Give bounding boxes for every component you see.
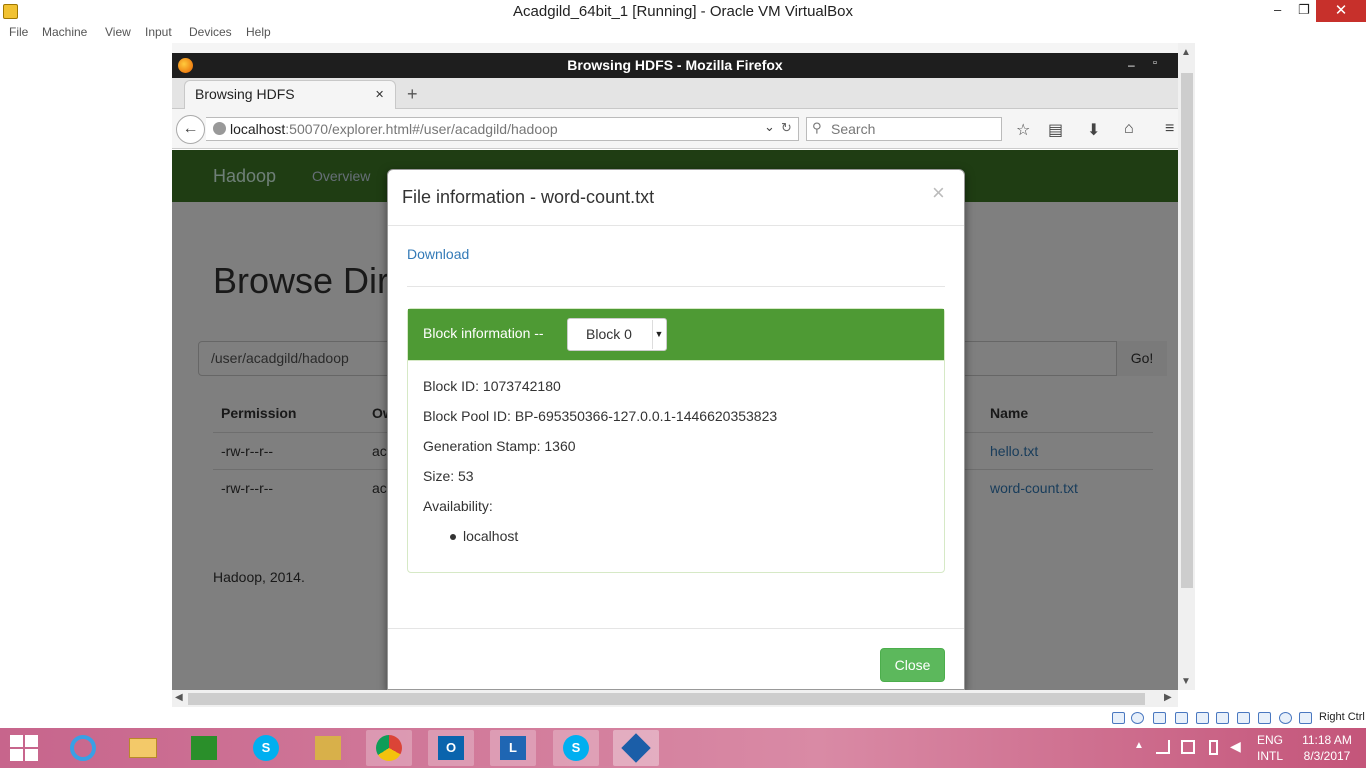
horizontal-scroll-thumb[interactable] (188, 693, 1145, 705)
url-host: localhost (230, 121, 286, 137)
back-button[interactable]: ← (176, 115, 205, 144)
menu-hamburger-icon[interactable]: ≡ (1165, 120, 1174, 138)
firefox-window-title: Browsing HDFS - Mozilla Firefox (172, 53, 1178, 78)
display-icon[interactable] (1237, 712, 1250, 724)
file-explorer-icon[interactable] (120, 730, 166, 766)
network-icon[interactable] (1175, 712, 1188, 724)
recording-icon[interactable] (1258, 712, 1271, 724)
menu-help[interactable]: Help (246, 25, 271, 39)
skype-running-icon[interactable]: S (553, 730, 599, 766)
block-id: Block ID: 1073742180 (423, 378, 561, 394)
availability-host: localhost (463, 528, 519, 544)
firefox-minimize-icon[interactable]: – (1128, 58, 1135, 72)
url-text[interactable]: localhost:50070/explorer.html#/user/acad… (230, 121, 558, 137)
close-button[interactable]: Close (880, 648, 945, 682)
menu-machine[interactable]: Machine (42, 25, 87, 39)
chevron-down-icon[interactable]: ▼ (652, 320, 665, 349)
minimize-button[interactable]: – (1274, 2, 1281, 17)
scroll-down-icon[interactable]: ▼ (1181, 676, 1191, 687)
show-hidden-icons[interactable]: ▲ (1134, 740, 1144, 751)
internet-explorer-icon[interactable] (60, 730, 106, 766)
new-tab-icon[interactable]: + (407, 84, 418, 105)
host-key-label: Right Ctrl (1319, 711, 1365, 723)
download-icon[interactable]: ⬇ (1087, 120, 1100, 140)
tools-icon[interactable] (305, 730, 351, 766)
store-icon[interactable] (181, 730, 227, 766)
clock-date[interactable]: 8/3/2017 (1297, 749, 1357, 763)
scroll-right-icon[interactable]: ▶ (1164, 692, 1172, 703)
chrome-icon[interactable] (366, 730, 412, 766)
generation-stamp: Generation Stamp: 1360 (423, 438, 576, 454)
clock-time[interactable]: 11:18 AM (1297, 733, 1357, 747)
restore-button[interactable]: ❐ (1298, 2, 1310, 18)
usb-icon[interactable] (1196, 712, 1209, 724)
scroll-up-icon[interactable]: ▲ (1181, 47, 1191, 58)
search-placeholder: Search (831, 121, 876, 137)
home-icon[interactable]: ⌂ (1124, 120, 1134, 138)
menu-devices[interactable]: Devices (189, 25, 232, 39)
bookmark-star-icon[interactable]: ☆ (1016, 120, 1030, 140)
bullet-icon (450, 534, 456, 540)
modal-close-icon[interactable]: × (932, 180, 945, 206)
firefox-maximize-icon[interactable]: ▫ (1153, 57, 1157, 69)
url-dropdown-icon[interactable]: ⌄ (764, 119, 775, 135)
tab-label: Browsing HDFS (195, 86, 295, 102)
url-path: :50070/explorer.html#/user/acadgild/hado… (285, 121, 558, 137)
scroll-left-icon[interactable]: ◀ (175, 692, 183, 703)
site-info-icon[interactable] (213, 122, 226, 135)
vertical-scroll-thumb[interactable] (1181, 73, 1193, 588)
availability-label: Availability: (423, 498, 493, 514)
skype-icon[interactable]: S (243, 730, 289, 766)
flag-icon[interactable] (1181, 740, 1195, 754)
optical-drive-icon[interactable] (1131, 712, 1144, 724)
audio-icon[interactable] (1153, 712, 1166, 724)
menu-view[interactable]: View (105, 25, 131, 39)
modal-header-divider (388, 225, 964, 226)
block-pool-id: Block Pool ID: BP-695350366-127.0.0.1-14… (423, 408, 778, 424)
virtualbox-window-title: Acadgild_64bit_1 [Running] - Oracle VM V… (513, 3, 853, 20)
reading-list-icon[interactable]: ▤ (1048, 120, 1063, 140)
signal-icon[interactable] (1156, 740, 1170, 754)
modal-footer-divider (388, 628, 964, 629)
volume-icon[interactable]: ◀ (1230, 738, 1241, 755)
language-intl[interactable]: INTL (1257, 749, 1283, 763)
tab-close-icon[interactable]: ✕ (375, 88, 384, 101)
search-icon: ⚲ (812, 120, 822, 135)
download-link[interactable]: Download (407, 246, 469, 262)
start-windows-icon[interactable] (10, 735, 38, 761)
menu-input[interactable]: Input (145, 25, 172, 39)
language-eng[interactable]: ENG (1257, 733, 1283, 747)
download-divider (407, 286, 945, 287)
hdd-icon[interactable] (1112, 712, 1125, 724)
reload-icon[interactable]: ↻ (781, 120, 792, 136)
lync-icon[interactable]: L (490, 730, 536, 766)
block-size: Size: 53 (423, 468, 474, 484)
guest-toolbar-strip (172, 43, 1178, 53)
outlook-icon[interactable]: O (428, 730, 474, 766)
shared-folders-icon[interactable] (1216, 712, 1229, 724)
mouse-integration-icon[interactable] (1299, 712, 1312, 724)
menu-file[interactable]: File (9, 25, 28, 39)
virtualbox-taskbar-icon[interactable] (613, 730, 659, 766)
modal-title: File information - word-count.txt (402, 187, 655, 207)
block-info-label: Block information -- (423, 325, 544, 341)
battery-icon[interactable] (1209, 740, 1218, 755)
close-window-button[interactable]: ✕ (1316, 0, 1366, 22)
block-select-value: Block 0 (586, 326, 632, 342)
cpu-icon[interactable] (1279, 712, 1292, 724)
firefox-logo-icon (178, 58, 193, 73)
